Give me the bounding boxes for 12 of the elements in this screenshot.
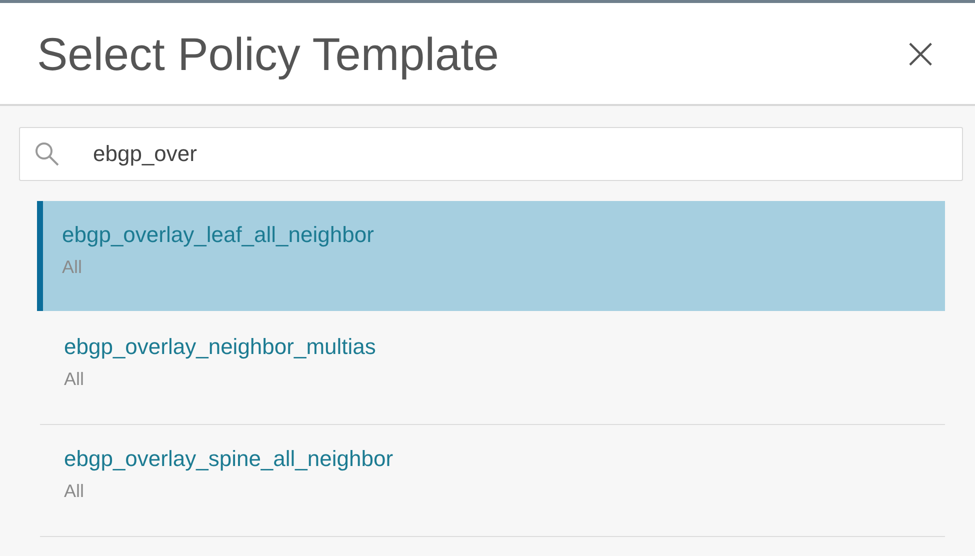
template-name: ebgp_overlay_leaf_all_neighbor xyxy=(62,221,374,249)
template-name: ebgp_overlay_spine_all_neighbor xyxy=(64,445,394,473)
template-item[interactable]: ebgp_overlay_spine_all_neighbor All xyxy=(40,425,945,537)
close-button[interactable]: × xyxy=(894,32,947,76)
template-scope: All xyxy=(64,481,84,501)
template-scope: All xyxy=(62,257,82,277)
template-scope: All xyxy=(64,369,84,389)
dialog-title: Select Policy Template xyxy=(37,26,499,80)
template-name: ebgp_overlay_neighbor_multias xyxy=(64,333,376,361)
search-field[interactable]: ebgp_over xyxy=(19,127,963,181)
template-item[interactable]: ebgp_overlay_leaf_all_neighbor All xyxy=(37,201,945,311)
template-item[interactable]: ebgp_overlay_neighbor_multias All xyxy=(40,313,945,425)
